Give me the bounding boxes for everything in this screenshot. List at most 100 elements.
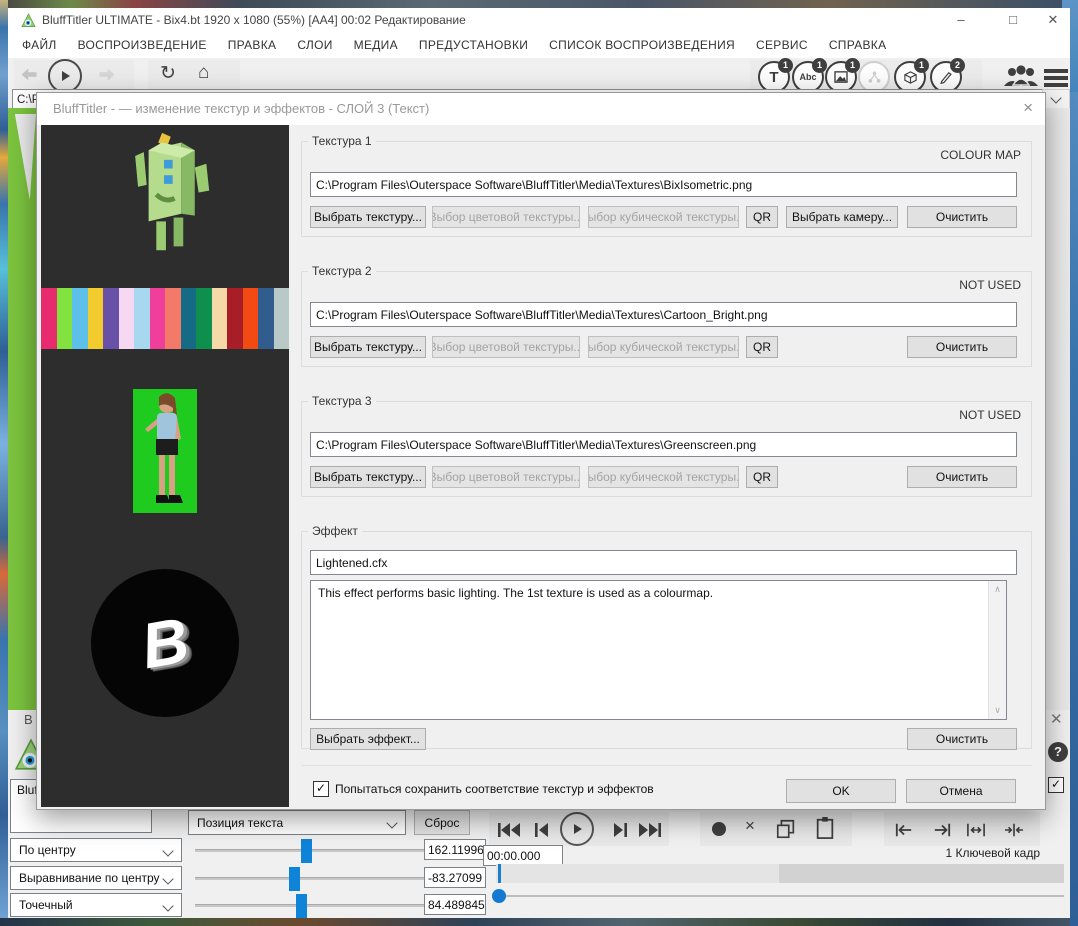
chevron-down-icon [162,845,174,857]
interpolation-dropdown[interactable]: Точечный [10,893,182,917]
choose-texture-button[interactable]: Выбрать текстуру... [310,466,426,488]
stripe [87,288,103,349]
timeline-track[interactable] [496,864,1064,883]
choose-colour-texture-button: Выбор цветовой текстуры... [432,336,580,358]
close-button[interactable]: ✕ [1038,10,1068,30]
time-field[interactable]: 00:00.000 [483,845,563,866]
ok-button[interactable]: OK [786,779,896,803]
cancel-button[interactable]: Отмена [906,779,1016,803]
texture2-label: Текстура 2 [308,264,376,278]
time-slider-track[interactable] [496,895,1064,897]
menu-item-7[interactable]: СЕРВИС [756,38,808,52]
paste-icon[interactable] [814,816,836,840]
choose-effect-button[interactable]: Выбрать эффект... [310,728,426,750]
choose-texture-button[interactable]: Выбрать текстуру... [310,336,426,358]
copy-icon[interactable] [775,818,797,840]
right-checkbox[interactable]: ✓ [1048,777,1064,793]
maximize-button[interactable]: □ [998,10,1028,30]
scroll-down-icon[interactable]: ∨ [989,705,1006,716]
menu-item-8[interactable]: СПРАВКА [829,38,887,52]
expand-keyframes-icon[interactable] [964,821,988,839]
slider-handle[interactable] [289,867,300,891]
alignment-dropdown[interactable]: Выравнивание по центру [10,866,182,890]
next-frame-icon[interactable] [612,822,628,838]
clear-texture2-button[interactable]: Очистить [907,336,1017,358]
texture2-path-input[interactable] [310,302,1017,327]
slider-handle[interactable] [296,894,308,918]
skip-start-icon[interactable] [497,822,521,838]
stripe [56,288,72,349]
desktop-edge-top [8,0,1062,8]
fx-panel-close-icon[interactable]: ✕ [1050,710,1063,728]
goto-first-keyframe-icon[interactable] [892,821,916,839]
play-animation-button[interactable] [48,59,82,93]
skip-end-icon[interactable] [638,822,662,838]
greenscreen-woman [145,393,183,503]
desktop-edge-bottom [0,918,1078,926]
position-mode-dropdown[interactable]: По центру [10,838,182,862]
choose-texture-button[interactable]: Выбрать текстуру... [310,206,426,228]
app-logo-icon [21,13,36,27]
effect-scrollbar[interactable]: ∧ ∨ [988,581,1006,719]
x-slider[interactable] [195,839,430,863]
stripe [227,288,243,349]
slider-handle[interactable] [300,839,312,863]
picture-layer-badge: 1 [845,58,860,73]
stripe [72,288,88,349]
community-icon[interactable] [1003,65,1039,87]
texture1-label: Текстура 1 [308,134,376,148]
layer-tab-fragment[interactable]: B [24,712,33,727]
dialog-close-icon[interactable]: × [1023,98,1033,118]
menu-item-3[interactable]: СЛОИ [297,38,332,52]
reset-button[interactable]: Сброс [414,810,470,835]
refresh-icon[interactable]: ↻ [160,62,176,85]
x-value-field[interactable]: 162.11996 [424,839,486,860]
qr-button[interactable]: QR [746,466,778,488]
home-icon[interactable]: ⌂ [198,62,209,84]
address-dropdown-button[interactable] [1042,89,1070,110]
preset-dropdown[interactable]: Позиция текста [188,810,406,835]
qr-button[interactable]: QR [746,206,778,228]
z-value-field[interactable]: 84.489845 [424,894,486,915]
menu-item-6[interactable]: СПИСОК ВОСПРОИЗВЕДЕНИЯ [549,38,735,52]
text-layer-badge: 1 [778,58,793,73]
collapse-keyframes-icon[interactable] [1002,821,1026,839]
dropdown-value: Точечный [19,898,73,912]
clear-texture3-button[interactable]: Очистить [907,466,1017,488]
clear-effect-button[interactable]: Очистить [907,728,1017,750]
menu-item-4[interactable]: МЕДИА [354,38,398,52]
menu-item-5[interactable]: ПРЕДУСТАНОВКИ [419,38,528,52]
menu-item-1[interactable]: ВОСПРОИЗВЕДЕНИЕ [78,38,207,52]
z-slider[interactable] [195,894,430,918]
texture-effect-dialog: BluffTitler - — изменение текстур и эффе… [36,92,1046,810]
record-keyframe-icon[interactable] [712,822,726,836]
picture-icon [834,71,848,83]
timeline-playhead[interactable] [498,864,501,883]
effect-file-input[interactable] [310,550,1017,575]
scroll-up-icon[interactable]: ∧ [989,584,1006,595]
delete-keyframe-icon[interactable]: × [745,816,755,836]
menu-item-0[interactable]: ФАЙЛ [22,38,57,52]
stripe [165,288,181,349]
forward-icon[interactable] [98,67,116,82]
back-icon[interactable] [20,67,38,82]
play-button[interactable] [560,812,594,846]
texture3-path-input[interactable] [310,432,1017,457]
minimize-button[interactable]: – [946,10,976,30]
texture1-path-input[interactable] [310,172,1017,197]
y-value-field[interactable]: -83.27099 [424,867,486,888]
goto-last-keyframe-icon[interactable] [930,821,954,839]
prev-frame-icon[interactable] [534,822,550,838]
help-icon[interactable]: ? [1048,742,1068,762]
keep-mapping-checkbox[interactable]: ✓ [313,781,329,797]
clear-texture1-button[interactable]: Очистить [907,206,1017,228]
y-slider[interactable] [195,867,430,891]
menu-item-2[interactable]: ПРАВКА [228,38,277,52]
time-slider-handle[interactable] [492,889,506,903]
pencil-icon [940,72,952,84]
texture1-preview-robot [135,132,210,251]
stripe [118,288,134,349]
qr-button[interactable]: QR [746,336,778,358]
choose-camera-button[interactable]: Выбрать камеру... [786,206,898,228]
main-menu-icon[interactable] [1044,66,1068,90]
